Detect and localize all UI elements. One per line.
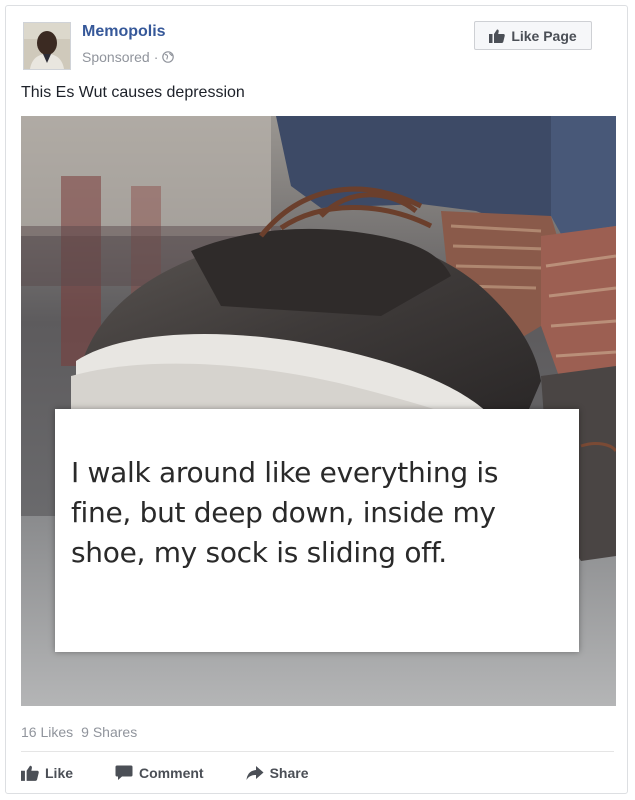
like-page-label: Like Page	[511, 27, 577, 44]
share-button[interactable]: Share	[246, 765, 309, 781]
thumbs-up-icon	[489, 29, 506, 43]
share-arrow-icon	[246, 765, 264, 781]
quote-box: I walk around like everything is fine, b…	[55, 409, 579, 652]
comment-button[interactable]: Comment	[115, 765, 204, 781]
shares-count[interactable]: 9 Shares	[81, 724, 137, 740]
likes-count[interactable]: 16 Likes	[21, 724, 73, 740]
post-card: Memopolis Sponsored · Like Page This Es …	[5, 5, 628, 794]
page-name-link[interactable]: Memopolis	[82, 23, 166, 41]
post-stats: 16 Likes 9 Shares	[21, 724, 137, 740]
share-label: Share	[269, 765, 309, 781]
like-page-button[interactable]: Like Page	[474, 21, 592, 50]
post-caption: This Es Wut causes depression	[21, 84, 245, 101]
actions-divider	[21, 751, 614, 752]
sponsored-label[interactable]: Sponsored	[82, 49, 150, 65]
like-button[interactable]: Like	[21, 765, 73, 781]
globe-icon[interactable]	[162, 51, 175, 63]
post-actions: Like Comment Share	[21, 758, 351, 788]
meta-separator: ·	[153, 49, 159, 65]
comment-icon	[115, 765, 133, 781]
page-avatar[interactable]	[23, 22, 71, 70]
thumbs-up-icon	[21, 765, 39, 781]
quote-text: I walk around like everything is fine, b…	[71, 456, 499, 569]
avatar-photo	[24, 23, 70, 69]
post-meta: Sponsored ·	[82, 49, 175, 65]
post-image[interactable]: I walk around like everything is fine, b…	[21, 116, 616, 706]
comment-label: Comment	[139, 765, 204, 781]
like-label: Like	[45, 765, 74, 781]
